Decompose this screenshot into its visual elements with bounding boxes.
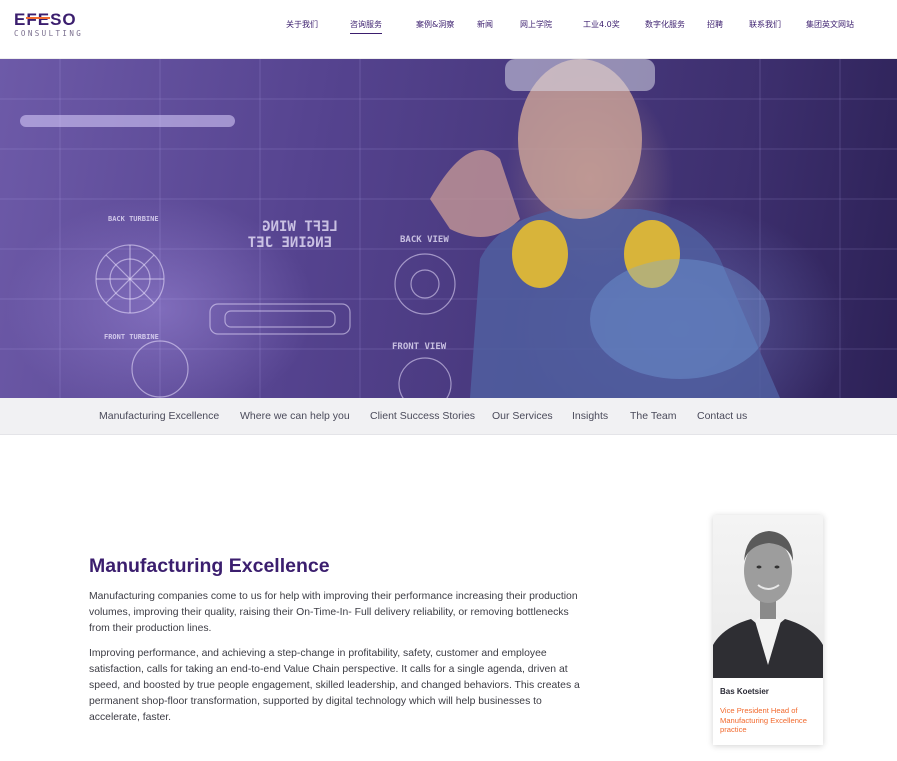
hero-text-back-turbine: BACK TURBINE [108, 215, 159, 223]
body-paragraph: Improving performance, and achieving a s… [89, 648, 580, 723]
top-nav-consulting[interactable]: 咨询服务 [350, 19, 382, 34]
subnav-manufacturing-excellence[interactable]: Manufacturing Excellence [99, 410, 219, 423]
hero-illustration: LEFT WING ENGINE JET BACK VIEW FRONT VIE… [0, 59, 897, 398]
subnav-contact-us[interactable]: Contact us [697, 410, 747, 423]
subnav-our-services[interactable]: Our Services [492, 410, 553, 423]
profile-card[interactable]: Bas Koetsier Vice President Head of Manu… [713, 515, 823, 745]
hero-text-engine-jet: ENGINE JET [248, 235, 332, 251]
intro-paragraph: Manufacturing companies come to us for h… [89, 591, 578, 634]
top-nav-cases-insights[interactable]: 案例&洞察 [416, 19, 454, 31]
top-nav-about[interactable]: 关于我们 [286, 19, 318, 31]
hero-text-front-view: FRONT VIEW [392, 342, 447, 352]
top-nav-careers[interactable]: 招聘 [707, 19, 723, 31]
top-header: EFESO CONSULTING 关于我们 咨询服务 案例&洞察 新闻 网上学院… [0, 0, 897, 59]
top-navigation: 关于我们 咨询服务 案例&洞察 新闻 网上学院 工业4.0奖 数字化服务 招聘 … [0, 19, 897, 34]
top-nav-global-site[interactable]: 集团英文网站 [806, 19, 854, 31]
profile-name: Bas Koetsier [720, 687, 769, 696]
profile-role: Vice President Head of Manufacturing Exc… [720, 706, 807, 735]
top-nav-online-academy[interactable]: 网上学院 [520, 19, 552, 31]
top-nav-news[interactable]: 新闻 [477, 19, 493, 31]
subnav-the-team[interactable]: The Team [630, 410, 677, 423]
portrait-image [713, 531, 823, 678]
top-nav-industry-award[interactable]: 工业4.0奖 [583, 19, 620, 31]
subnav-insights[interactable]: Insights [572, 410, 608, 423]
subnav-where-we-can-help[interactable]: Where we can help you [240, 410, 350, 423]
profile-photo [713, 515, 823, 678]
section-subnav: Manufacturing Excellence Where we can he… [0, 398, 897, 435]
top-nav-digital-services[interactable]: 数字化服务 [645, 19, 685, 31]
hero-text-front-turbine: FRONT TURBINE [104, 333, 159, 341]
hero-text-left-wing: LEFT WING [262, 219, 338, 235]
hero-banner: LEFT WING ENGINE JET BACK VIEW FRONT VIE… [0, 59, 897, 398]
hero-text-back-view: BACK VIEW [400, 235, 449, 245]
subnav-client-success-stories[interactable]: Client Success Stories [370, 410, 475, 423]
page-title: Manufacturing Excellence [89, 555, 330, 577]
top-nav-contact[interactable]: 联系我们 [749, 19, 781, 31]
